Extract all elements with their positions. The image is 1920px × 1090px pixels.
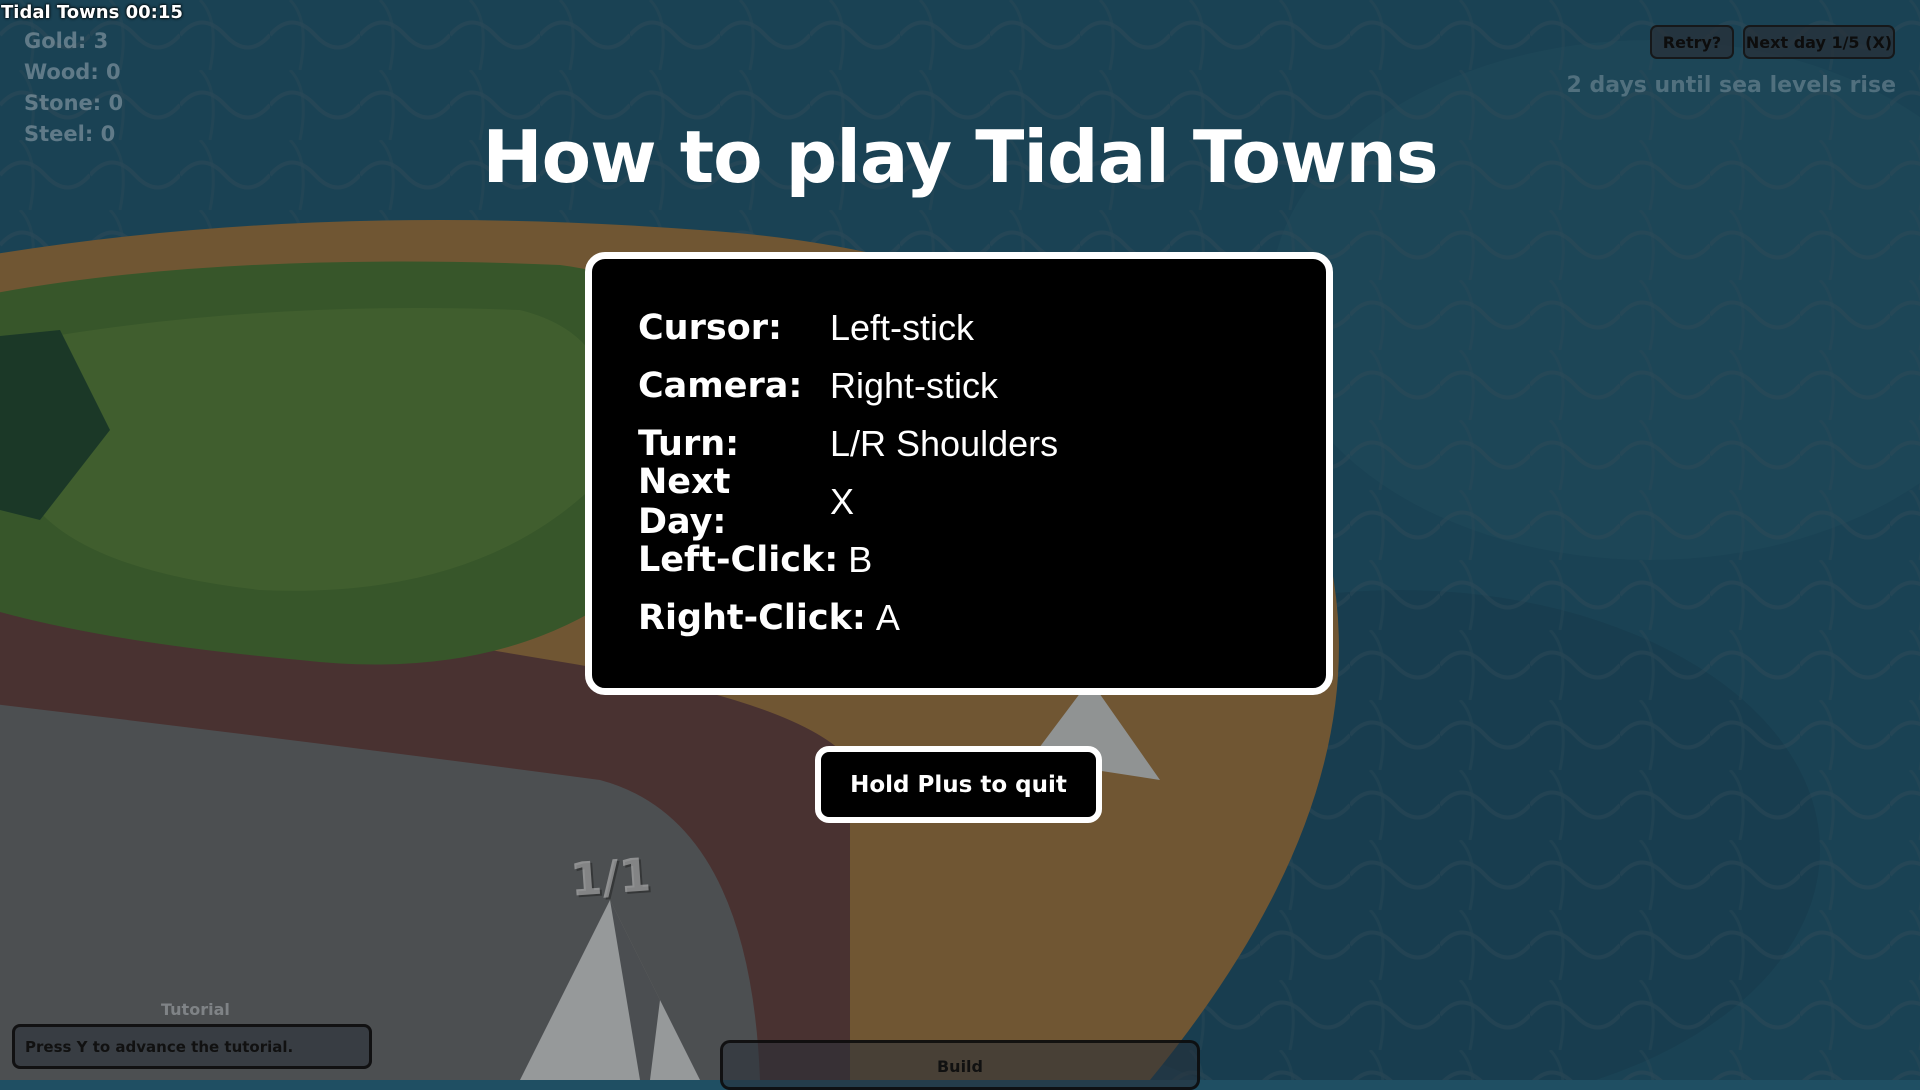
resource-gold: Gold: 3 [24,29,109,53]
next-day-button[interactable]: Next day 1/5 (X) [1743,25,1895,59]
build-panel[interactable]: Build [720,1040,1200,1090]
control-row-next-day: Next Day: X [638,462,855,542]
game-title-timer: Tidal Towns 00:15 [1,2,183,23]
control-row-right-click: Right-Click: A [638,597,900,638]
game-title: Tidal Towns [1,2,120,23]
control-row-camera: Camera: Right-stick [638,365,999,406]
controls-panel: Cursor: Left-stick Camera: Right-stick T… [585,252,1333,695]
resource-wood: Wood: 0 [24,60,121,84]
control-row-cursor: Cursor: Left-stick [638,307,975,348]
build-label: Build [936,1057,983,1076]
tutorial-message-box[interactable]: Press Y to advance the tutorial. [12,1024,372,1069]
control-row-left-click: Left-Click: B [638,539,873,580]
tutorial-label: Tutorial [161,1000,230,1019]
tutorial-message: Press Y to advance the tutorial. [25,1037,294,1056]
retry-button[interactable]: Retry? [1650,25,1734,59]
help-heading: How to play Tidal Towns [482,115,1438,199]
sea-level-warning: 2 days until sea levels rise [1566,73,1896,98]
unit-counter: 1/1 [568,847,653,907]
quit-button[interactable]: Hold Plus to quit [815,746,1102,823]
game-timer: 00:15 [125,2,183,23]
